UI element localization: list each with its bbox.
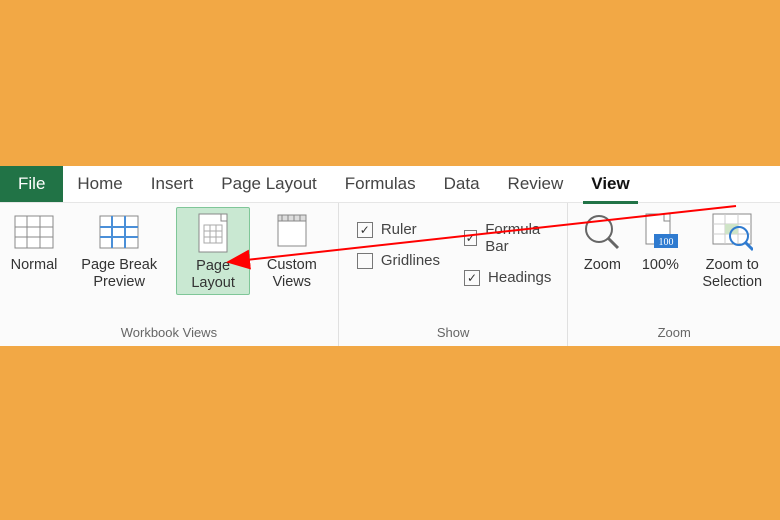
ruler-checkbox[interactable]: Ruler bbox=[357, 221, 440, 238]
tab-formulas[interactable]: Formulas bbox=[331, 166, 430, 202]
hundred-percent-button[interactable]: 100 100% bbox=[632, 207, 688, 293]
tab-file[interactable]: File bbox=[0, 166, 63, 202]
page-layout-view-label: Page Layout bbox=[181, 258, 244, 292]
ribbon-body: Normal Page Break Preview Page Layout bbox=[0, 202, 780, 346]
checkbox-icon bbox=[464, 230, 477, 246]
tab-insert[interactable]: Insert bbox=[137, 166, 208, 202]
page-layout-view-icon bbox=[192, 212, 234, 254]
zoom-to-selection-label: Zoom to Selection bbox=[694, 257, 770, 291]
zoom-label: Zoom bbox=[584, 257, 621, 291]
zoom-to-selection-icon bbox=[711, 211, 753, 253]
tab-data[interactable]: Data bbox=[430, 166, 494, 202]
tab-home[interactable]: Home bbox=[63, 166, 136, 202]
show-col-2: Formula Bar Headings bbox=[452, 207, 561, 286]
svg-text:100: 100 bbox=[659, 237, 674, 248]
gridlines-label: Gridlines bbox=[381, 252, 440, 269]
tab-strip: File Home Insert Page Layout Formulas Da… bbox=[0, 166, 780, 202]
normal-view-label: Normal bbox=[11, 257, 58, 291]
checkbox-icon bbox=[464, 270, 480, 286]
page-break-preview-icon bbox=[98, 211, 140, 253]
group-workbook-views: Normal Page Break Preview Page Layout bbox=[0, 203, 339, 346]
normal-view-icon bbox=[13, 211, 55, 253]
page-layout-view-button[interactable]: Page Layout bbox=[176, 207, 249, 295]
group-label-workbook-views: Workbook Views bbox=[6, 321, 332, 346]
gridlines-checkbox[interactable]: Gridlines bbox=[357, 252, 440, 269]
group-items: Zoom 100 100% bbox=[574, 207, 774, 321]
checkbox-icon bbox=[357, 253, 373, 269]
formula-bar-label: Formula Bar bbox=[485, 221, 551, 255]
headings-checkbox[interactable]: Headings bbox=[464, 269, 551, 286]
checkbox-icon bbox=[357, 222, 373, 238]
show-col-1: Ruler Gridlines bbox=[345, 207, 450, 269]
page-break-preview-button[interactable]: Page Break Preview bbox=[64, 207, 174, 293]
custom-views-button[interactable]: Custom Views bbox=[252, 207, 332, 293]
tab-review[interactable]: Review bbox=[494, 166, 578, 202]
zoom-to-selection-button[interactable]: Zoom to Selection bbox=[690, 207, 774, 293]
ribbon: File Home Insert Page Layout Formulas Da… bbox=[0, 166, 780, 346]
tab-view[interactable]: View bbox=[577, 166, 643, 202]
group-label-zoom: Zoom bbox=[574, 321, 774, 346]
headings-label: Headings bbox=[488, 269, 551, 286]
page-break-preview-label: Page Break Preview bbox=[68, 257, 170, 291]
zoom-button[interactable]: Zoom bbox=[574, 207, 630, 293]
custom-views-label: Custom Views bbox=[256, 257, 328, 291]
tab-page-layout[interactable]: Page Layout bbox=[207, 166, 330, 202]
formula-bar-checkbox[interactable]: Formula Bar bbox=[464, 221, 551, 255]
custom-views-icon bbox=[271, 211, 313, 253]
group-items: Normal Page Break Preview Page Layout bbox=[6, 207, 332, 321]
hundred-percent-label: 100% bbox=[642, 257, 679, 291]
group-label-show: Show bbox=[345, 321, 562, 346]
group-items: Ruler Gridlines Formula Bar Headings bbox=[345, 207, 562, 321]
normal-view-button[interactable]: Normal bbox=[6, 207, 62, 293]
group-show: Ruler Gridlines Formula Bar Headings bbox=[339, 203, 569, 346]
ruler-label: Ruler bbox=[381, 221, 417, 238]
magnifier-icon bbox=[581, 211, 623, 253]
hundred-percent-icon: 100 bbox=[639, 211, 681, 253]
group-zoom: Zoom 100 100% bbox=[568, 203, 780, 346]
